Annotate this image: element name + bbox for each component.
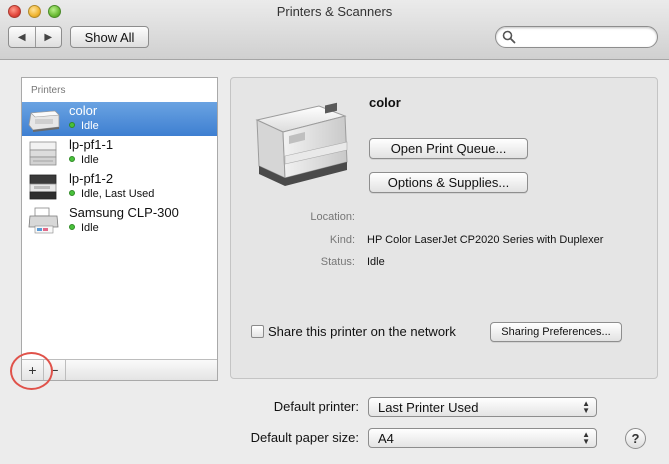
office-printer-icon: [29, 141, 57, 166]
back-forward-control: ◀ ▶: [8, 26, 62, 48]
kind-label: Kind:: [329, 234, 355, 246]
forward-button[interactable]: ▶: [34, 27, 62, 47]
status-ok-icon: [69, 156, 75, 162]
help-button[interactable]: ?: [625, 428, 646, 449]
location-label: Location:: [310, 211, 355, 223]
status-value: Idle: [367, 256, 385, 268]
printers-scanners-window: Printers & Scanners ◀ ▶ Show All Printer…: [0, 0, 669, 464]
popup-arrows-icon: ▲ ▼: [582, 399, 590, 415]
status-ok-icon: [69, 224, 75, 230]
color-laser-printer-icon: [255, 102, 348, 186]
printer-status-text: Idle: [81, 120, 99, 132]
popup-arrows-icon: ▲ ▼: [582, 430, 590, 446]
sharing-preferences-button[interactable]: Sharing Preferences...: [490, 322, 622, 342]
share-printer-checkbox[interactable]: [251, 325, 264, 338]
search-input[interactable]: [495, 26, 658, 48]
kind-value: HP Color LaserJet CP2020 Series with Dup…: [367, 234, 604, 246]
options-supplies-button[interactable]: Options & Supplies...: [369, 172, 528, 193]
add-button-highlight-circle: [10, 352, 53, 390]
printer-name: color: [69, 103, 98, 118]
printer-name: lp-pf1-2: [69, 171, 114, 186]
default-printer-label: Default printer:: [273, 399, 359, 414]
back-arrow-icon: ◀: [17, 31, 26, 43]
default-printer-value: Last Printer Used: [378, 399, 479, 415]
back-button[interactable]: ◀: [9, 27, 35, 47]
printer-status-text: Idle: [81, 154, 99, 166]
printer-list: Printers color Idle lp-pf1-1 Idle lp-pf1…: [21, 77, 218, 381]
printer-item-lp-pf1-1[interactable]: lp-pf1-1 Idle: [22, 136, 217, 170]
office-printer-icon: [29, 174, 57, 200]
printer-status-text: Idle, Last Used: [81, 188, 155, 200]
printer-name: Samsung CLP-300: [69, 205, 179, 220]
status-ok-icon: [69, 122, 75, 128]
printer-name: lp-pf1-1: [69, 137, 114, 152]
printer-detail-panel: color Open Print Queue... Options & Supp…: [230, 77, 658, 379]
default-paper-size-label: Default paper size:: [250, 430, 359, 445]
color-laser-printer-icon: [28, 110, 60, 132]
printer-status: Idle: [69, 120, 99, 132]
printer-status-text: Idle: [81, 222, 99, 234]
default-paper-size-popup[interactable]: A4 ▲ ▼: [368, 428, 597, 448]
status-label: Status:: [320, 256, 355, 268]
printer-item-color[interactable]: color Idle: [22, 102, 217, 136]
selected-printer-name: color: [369, 95, 401, 110]
printer-item-samsung-clp-300[interactable]: Samsung CLP-300 Idle: [22, 204, 217, 238]
title-bar: Printers & Scanners ◀ ▶ Show All: [0, 0, 669, 60]
printer-item-lp-pf1-2[interactable]: lp-pf1-2 Idle, Last Used: [22, 170, 217, 204]
printer-status: Idle, Last Used: [69, 188, 154, 200]
search-icon: [502, 30, 516, 44]
default-printer-popup[interactable]: Last Printer Used ▲ ▼: [368, 397, 597, 417]
printer-status: Idle: [69, 154, 99, 166]
status-ok-icon: [69, 190, 75, 196]
inkjet-printer-icon: [28, 207, 59, 234]
printer-list-header: Printers: [31, 85, 66, 96]
open-print-queue-button[interactable]: Open Print Queue...: [369, 138, 528, 159]
share-printer-label[interactable]: Share this printer on the network: [268, 324, 456, 339]
question-mark-icon: ?: [631, 431, 640, 446]
forward-arrow-icon: ▶: [44, 31, 53, 43]
show-all-button[interactable]: Show All: [70, 26, 149, 48]
default-paper-size-value: A4: [378, 430, 394, 446]
printer-status: Idle: [69, 222, 99, 234]
window-title: Printers & Scanners: [276, 4, 393, 19]
